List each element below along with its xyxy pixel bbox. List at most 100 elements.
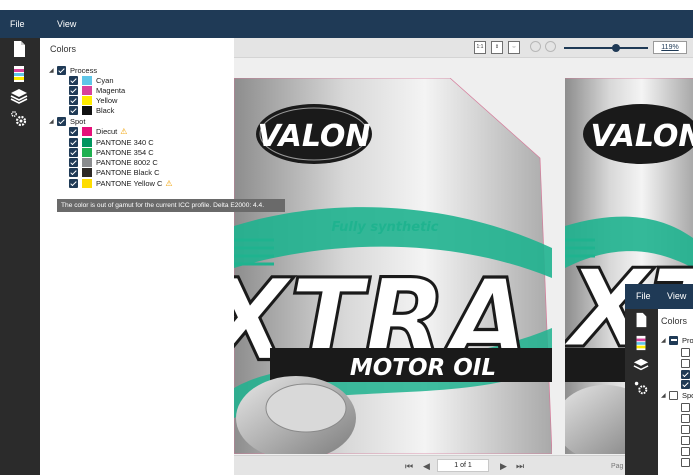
- group-label: Process: [70, 65, 98, 75]
- checkbox[interactable]: [69, 137, 78, 147]
- document-icon[interactable]: [633, 312, 649, 328]
- second-window-menubar: File View: [625, 284, 693, 309]
- fit-page-icon[interactable]: ⇕: [491, 41, 503, 54]
- fit-width-icon[interactable]: ⇔: [508, 41, 520, 54]
- colors-icon[interactable]: [10, 65, 28, 83]
- color-label: PANTONE Yellow C: [96, 178, 163, 188]
- second-window[interactable]: File View Colors ◢ Pro ◢ Spo: [625, 284, 693, 475]
- menu-view[interactable]: View: [57, 19, 76, 29]
- group-label: Spot: [70, 116, 86, 126]
- checkbox[interactable]: [681, 379, 690, 389]
- tree-group-spot[interactable]: ◢ Spot: [49, 116, 85, 126]
- color-item-pantone-8002c[interactable]: PANTONE 8002 C: [69, 157, 158, 167]
- checkbox[interactable]: [681, 435, 690, 445]
- checkbox[interactable]: [57, 116, 66, 126]
- color-item-magenta[interactable]: Magenta: [69, 85, 125, 95]
- settings-icon[interactable]: [633, 380, 649, 396]
- color-item[interactable]: [681, 347, 693, 357]
- settings-icon[interactable]: [10, 110, 28, 128]
- menu-file[interactable]: File: [636, 291, 651, 301]
- tree-group-process[interactable]: ◢ Pro: [661, 335, 693, 345]
- actual-size-button[interactable]: 1:1: [474, 41, 486, 54]
- checkbox[interactable]: [669, 390, 678, 400]
- colors-icon[interactable]: [633, 335, 649, 351]
- color-swatch: [82, 167, 92, 177]
- color-label: PANTONE Black C: [96, 167, 160, 177]
- color-label: PANTONE 354 C: [96, 147, 154, 157]
- last-page-icon[interactable]: ⏭: [516, 461, 524, 472]
- menu-file[interactable]: File: [10, 19, 25, 29]
- color-item[interactable]: [681, 457, 693, 467]
- colors-panel: Colors ◢ Process Cyan Magenta Yellow Bla…: [40, 38, 234, 475]
- checkbox[interactable]: [681, 347, 690, 357]
- first-page-icon[interactable]: ⏮: [405, 461, 413, 472]
- checkbox[interactable]: [681, 446, 690, 456]
- collapse-triangle-icon[interactable]: ◢: [661, 392, 669, 399]
- color-item-diecut[interactable]: Diecut ⚠: [69, 126, 127, 136]
- color-item-pantone-340c[interactable]: PANTONE 340 C: [69, 137, 154, 147]
- previous-page-icon[interactable]: ◀: [423, 461, 430, 472]
- tree-group-spot[interactable]: ◢ Spo: [661, 390, 693, 400]
- color-item[interactable]: [681, 402, 693, 412]
- gamut-warning-tooltip: The color is out of gamut for the curren…: [57, 199, 285, 212]
- warning-icon: ⚠: [120, 126, 128, 136]
- checkbox[interactable]: [681, 358, 690, 368]
- collapse-triangle-icon[interactable]: ◢: [49, 118, 57, 125]
- zoom-value[interactable]: 119%: [653, 41, 687, 54]
- checkbox[interactable]: [681, 402, 690, 412]
- label-artwork-main[interactable]: VALON Fully synthetic XTRA MOTOR OIL: [234, 78, 552, 454]
- color-item-pantone-black-c[interactable]: PANTONE Black C: [69, 167, 160, 177]
- zoom-slider[interactable]: [564, 44, 648, 52]
- color-swatch: [82, 147, 92, 157]
- menu-bar: File View: [0, 10, 693, 38]
- checkbox[interactable]: [69, 85, 78, 95]
- brand-text: VALON: [590, 119, 693, 154]
- checkbox[interactable]: [57, 65, 66, 75]
- checkbox[interactable]: [681, 457, 690, 467]
- color-item[interactable]: [681, 379, 693, 389]
- checkbox[interactable]: [681, 424, 690, 434]
- color-item[interactable]: [681, 446, 693, 456]
- next-page-icon[interactable]: ▶: [500, 461, 507, 472]
- zoom-out-icon[interactable]: [545, 41, 556, 52]
- color-label: PANTONE 8002 C: [96, 157, 158, 167]
- color-item-cyan[interactable]: Cyan: [69, 75, 114, 85]
- checkbox[interactable]: [69, 178, 78, 188]
- checkbox[interactable]: [669, 335, 678, 345]
- document-icon[interactable]: [10, 40, 28, 58]
- color-item-yellow[interactable]: Yellow: [69, 95, 117, 105]
- color-item[interactable]: [681, 358, 693, 368]
- color-item-pantone-354c[interactable]: PANTONE 354 C: [69, 147, 154, 157]
- color-item-black[interactable]: Black: [69, 105, 114, 115]
- color-item[interactable]: [681, 435, 693, 445]
- group-label: Pro: [682, 335, 693, 345]
- layers-icon[interactable]: [10, 87, 28, 105]
- color-swatch: [82, 95, 92, 105]
- color-swatch: [82, 75, 92, 85]
- zoom-in-icon[interactable]: [530, 41, 541, 52]
- checkbox[interactable]: [69, 95, 78, 105]
- checkbox[interactable]: [69, 126, 78, 136]
- tree-group-process[interactable]: ◢ Process: [49, 65, 97, 75]
- checkbox[interactable]: [681, 413, 690, 423]
- color-item[interactable]: [681, 413, 693, 423]
- checkbox[interactable]: [681, 369, 690, 379]
- checkbox[interactable]: [69, 167, 78, 177]
- group-label: Spo: [682, 390, 693, 400]
- page-label: Pag: [611, 463, 624, 470]
- checkbox[interactable]: [69, 75, 78, 85]
- collapse-triangle-icon[interactable]: ◢: [661, 337, 669, 344]
- menu-view[interactable]: View: [667, 291, 686, 301]
- color-label: Cyan: [96, 75, 114, 85]
- color-label: Black: [96, 105, 115, 115]
- checkbox[interactable]: [69, 157, 78, 167]
- page-number-field[interactable]: 1 of 1: [437, 459, 489, 472]
- color-item[interactable]: [681, 369, 693, 379]
- checkbox[interactable]: [69, 105, 78, 115]
- color-item-pantone-yellow-c[interactable]: PANTONE Yellow C ⚠: [69, 178, 173, 188]
- checkbox[interactable]: [69, 147, 78, 157]
- collapse-triangle-icon[interactable]: ◢: [49, 67, 57, 74]
- color-swatch: [82, 85, 92, 95]
- color-item[interactable]: [681, 424, 693, 434]
- layers-icon[interactable]: [633, 357, 649, 373]
